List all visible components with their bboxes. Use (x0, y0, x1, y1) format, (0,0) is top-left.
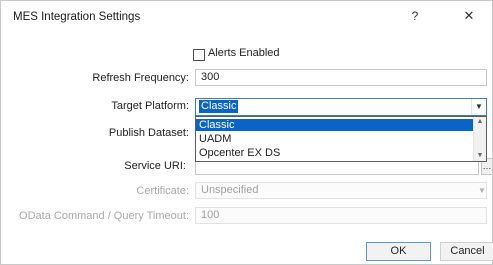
refresh-frequency-label: Refresh Frequency: (92, 72, 189, 84)
scroll-up-icon[interactable]: ▲ (474, 117, 486, 127)
dropdown-option-opcenter[interactable]: Opcenter EX DS (196, 147, 474, 159)
chevron-down-icon[interactable]: ▼ (471, 99, 486, 115)
odata-timeout-label: OData Command / Query Timeout: (19, 210, 189, 222)
target-platform-dropdown: Classic UADM Opcenter EX DS ▲ ▼ (195, 116, 487, 162)
certificate-chevron-down-icon: ▼ (478, 186, 486, 195)
alerts-enabled-checkbox[interactable] (193, 49, 205, 61)
scroll-down-icon[interactable]: ▼ (474, 151, 486, 161)
target-platform-select[interactable]: Classic ▼ (195, 98, 487, 116)
help-button[interactable]: ? (401, 7, 429, 25)
window-title: MES Integration Settings (13, 11, 141, 23)
settings-dialog: MES Integration Settings ? ✕ Alerts Enab… (0, 0, 493, 265)
certificate-field: Unspecified (195, 182, 487, 199)
service-uri-label: Service URI: (124, 160, 186, 172)
dropdown-scrollbar[interactable]: ▲ ▼ (473, 117, 486, 161)
dropdown-option-uadm[interactable]: UADM (196, 133, 474, 145)
target-platform-label: Target Platform: (111, 100, 189, 112)
title-bar: MES Integration Settings ? ✕ (1, 1, 492, 31)
certificate-label: Certificate: (136, 185, 189, 197)
close-button[interactable]: ✕ (455, 7, 483, 25)
cancel-button[interactable]: Cancel (440, 242, 493, 261)
publish-dataset-label: Publish Dataset: (108, 127, 189, 139)
refresh-frequency-field[interactable]: 300 (195, 69, 487, 86)
dropdown-option-classic[interactable]: Classic (196, 119, 474, 131)
odata-timeout-field: 100 (195, 207, 487, 224)
alerts-enabled-label: Alerts Enabled (208, 47, 280, 59)
ok-button[interactable]: OK (366, 242, 431, 261)
target-platform-value: Classic (199, 100, 239, 113)
